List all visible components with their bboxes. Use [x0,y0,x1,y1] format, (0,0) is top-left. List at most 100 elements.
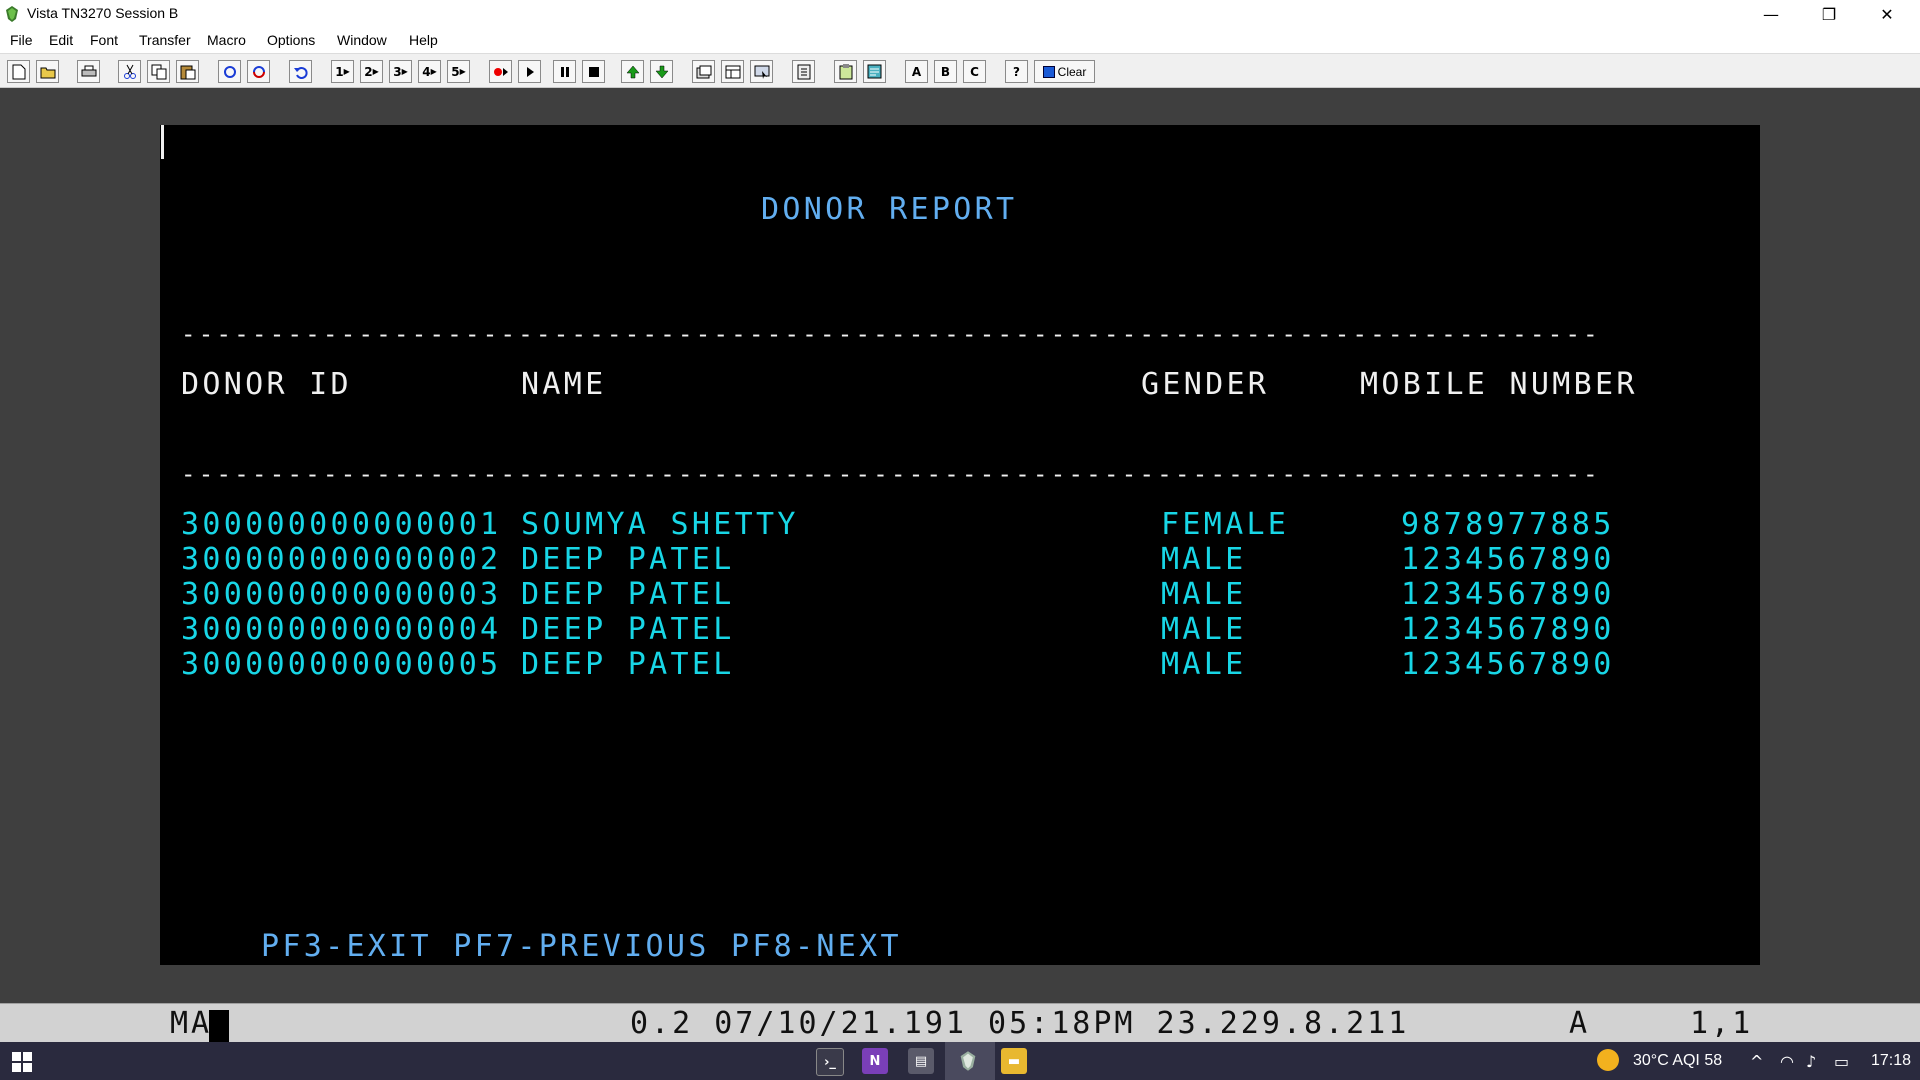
status-field: A [1569,1006,1591,1041]
record-icon[interactable] [489,60,512,83]
taskbar: ›_ N ▤ ▬ 30°C AQI 58 ^ ◠ ♪ ▭ 17:18 [0,1042,1920,1080]
onenote-app-icon[interactable]: N [862,1048,888,1074]
donor-id: 300000000000005 [181,647,502,682]
header-name: NAME [521,367,607,402]
button-c[interactable]: C [963,60,986,83]
app-icon [6,6,18,22]
layout-icon[interactable] [721,60,744,83]
notepad-app-icon[interactable]: ▤ [908,1048,934,1074]
play-icon: ▶ [430,67,437,76]
terminal-app-icon[interactable]: ›_ [816,1048,844,1076]
macro-3-button[interactable]: 3 ▶ [389,60,412,83]
chevron-up-icon[interactable]: ^ [1750,1052,1763,1071]
donor-mobile: 1234567890 [1401,647,1615,682]
restore-button[interactable]: ❐ [1800,0,1858,28]
clock-time[interactable]: 17:18 [1871,1052,1911,1070]
header-gender: GENDER [1141,367,1270,402]
reconnect-icon[interactable] [247,60,270,83]
toolbar: 1 ▶ 2 ▶ 3 ▶ 4 ▶ 5 ▶ A B C ? Clear [0,54,1920,88]
stop-icon[interactable] [582,60,605,83]
tn3270-app-icon[interactable] [955,1048,981,1074]
screen-capture-icon[interactable] [750,60,773,83]
menu-file[interactable]: File [10,32,33,48]
text-cursor [161,125,164,159]
menu-options[interactable]: Options [267,32,315,48]
donor-name: DEEP PATEL [521,542,735,577]
menu-window[interactable]: Window [337,32,387,48]
status-info: 0.2 07/10/21.191 05:18PM 23.229.8.211 [630,1006,1410,1041]
open-icon[interactable] [36,60,59,83]
battery-icon[interactable]: ▭ [1834,1052,1849,1071]
macro-4-button[interactable]: 4 ▶ [418,60,441,83]
cut-icon[interactable] [118,60,141,83]
macro-5-button[interactable]: 5 ▶ [447,60,470,83]
header-donor-id: DONOR ID [181,367,352,402]
window-title: Vista TN3270 Session B [27,5,179,21]
donor-mobile: 9878977885 [1401,507,1615,542]
paste-icon[interactable] [176,60,199,83]
close-button[interactable]: ✕ [1858,0,1916,28]
header-mobile-number: MOBILE NUMBER [1360,367,1638,402]
play-icon[interactable] [518,60,541,83]
print-icon[interactable] [77,60,100,83]
donor-name: SOUMYA SHETTY [521,507,799,542]
volume-icon[interactable]: ♪ [1806,1052,1816,1071]
donor-gender: FEMALE [1161,507,1290,542]
undo-icon[interactable] [289,60,312,83]
clear-icon [1042,65,1055,78]
pause-icon[interactable] [553,60,576,83]
donor-name: DEEP PATEL [521,577,735,612]
status-block [209,1010,229,1042]
cursor-position: 1,1 [1690,1006,1754,1041]
donor-mobile: 1234567890 [1401,577,1615,612]
button-b[interactable]: B [934,60,957,83]
windows-start-icon[interactable] [12,1052,32,1072]
session-icon[interactable] [692,60,715,83]
arrow-down-icon[interactable] [650,60,673,83]
donor-gender: MALE [1161,612,1247,647]
terminal-screen[interactable]: DONOR REPORT ---------------------------… [160,125,1760,965]
donor-gender: MALE [1161,542,1247,577]
report-title: DONOR REPORT [761,192,1018,227]
title-bar: Vista TN3270 Session B — ❐ ✕ [0,0,1920,28]
minimize-button[interactable]: — [1742,0,1800,28]
macro-4-label: 4 [422,64,431,79]
status-line: MA 0.2 07/10/21.191 05:18PM 23.229.8.211… [0,1003,1920,1043]
menu-edit[interactable]: Edit [49,32,73,48]
keyboard-map-icon[interactable] [792,60,815,83]
clear-label: Clear [1057,64,1087,79]
macro-2-label: 2 [364,64,373,79]
menu-transfer[interactable]: Transfer [139,32,191,48]
donor-id: 300000000000004 [181,612,502,647]
donor-gender: MALE [1161,647,1247,682]
donor-mobile: 1234567890 [1401,612,1615,647]
button-a[interactable]: A [905,60,928,83]
clear-button[interactable]: Clear [1034,60,1095,83]
play-icon: ▶ [459,67,466,76]
macro-5-label: 5 [451,64,460,79]
menu-help[interactable]: Help [409,32,438,48]
menu-font[interactable]: Font [90,32,118,48]
donor-gender: MALE [1161,577,1247,612]
help-button[interactable]: ? [1005,60,1028,83]
notes-icon[interactable] [863,60,886,83]
donor-id: 300000000000001 [181,507,502,542]
new-icon[interactable] [7,60,30,83]
arrow-up-icon[interactable] [621,60,644,83]
weather-icon[interactable] [1597,1049,1619,1071]
file-explorer-icon[interactable]: ▬ [1001,1048,1027,1074]
refresh-icon[interactable] [218,60,241,83]
donor-name: DEEP PATEL [521,647,735,682]
macro-2-button[interactable]: 2 ▶ [360,60,383,83]
separator-bottom: ----------------------------------------… [181,460,1601,488]
clipboard-icon[interactable] [834,60,857,83]
play-icon: ▶ [343,67,350,76]
weather-text[interactable]: 30°C AQI 58 [1633,1052,1722,1070]
play-icon: ▶ [372,67,379,76]
copy-icon[interactable] [147,60,170,83]
menu-macro[interactable]: Macro [207,32,246,48]
pf-keys-legend: PF3-EXIT PF7-PREVIOUS PF8-NEXT [261,929,902,964]
wifi-icon[interactable]: ◠ [1780,1052,1794,1071]
donor-mobile: 1234567890 [1401,542,1615,577]
macro-1-button[interactable]: 1 ▶ [331,60,354,83]
